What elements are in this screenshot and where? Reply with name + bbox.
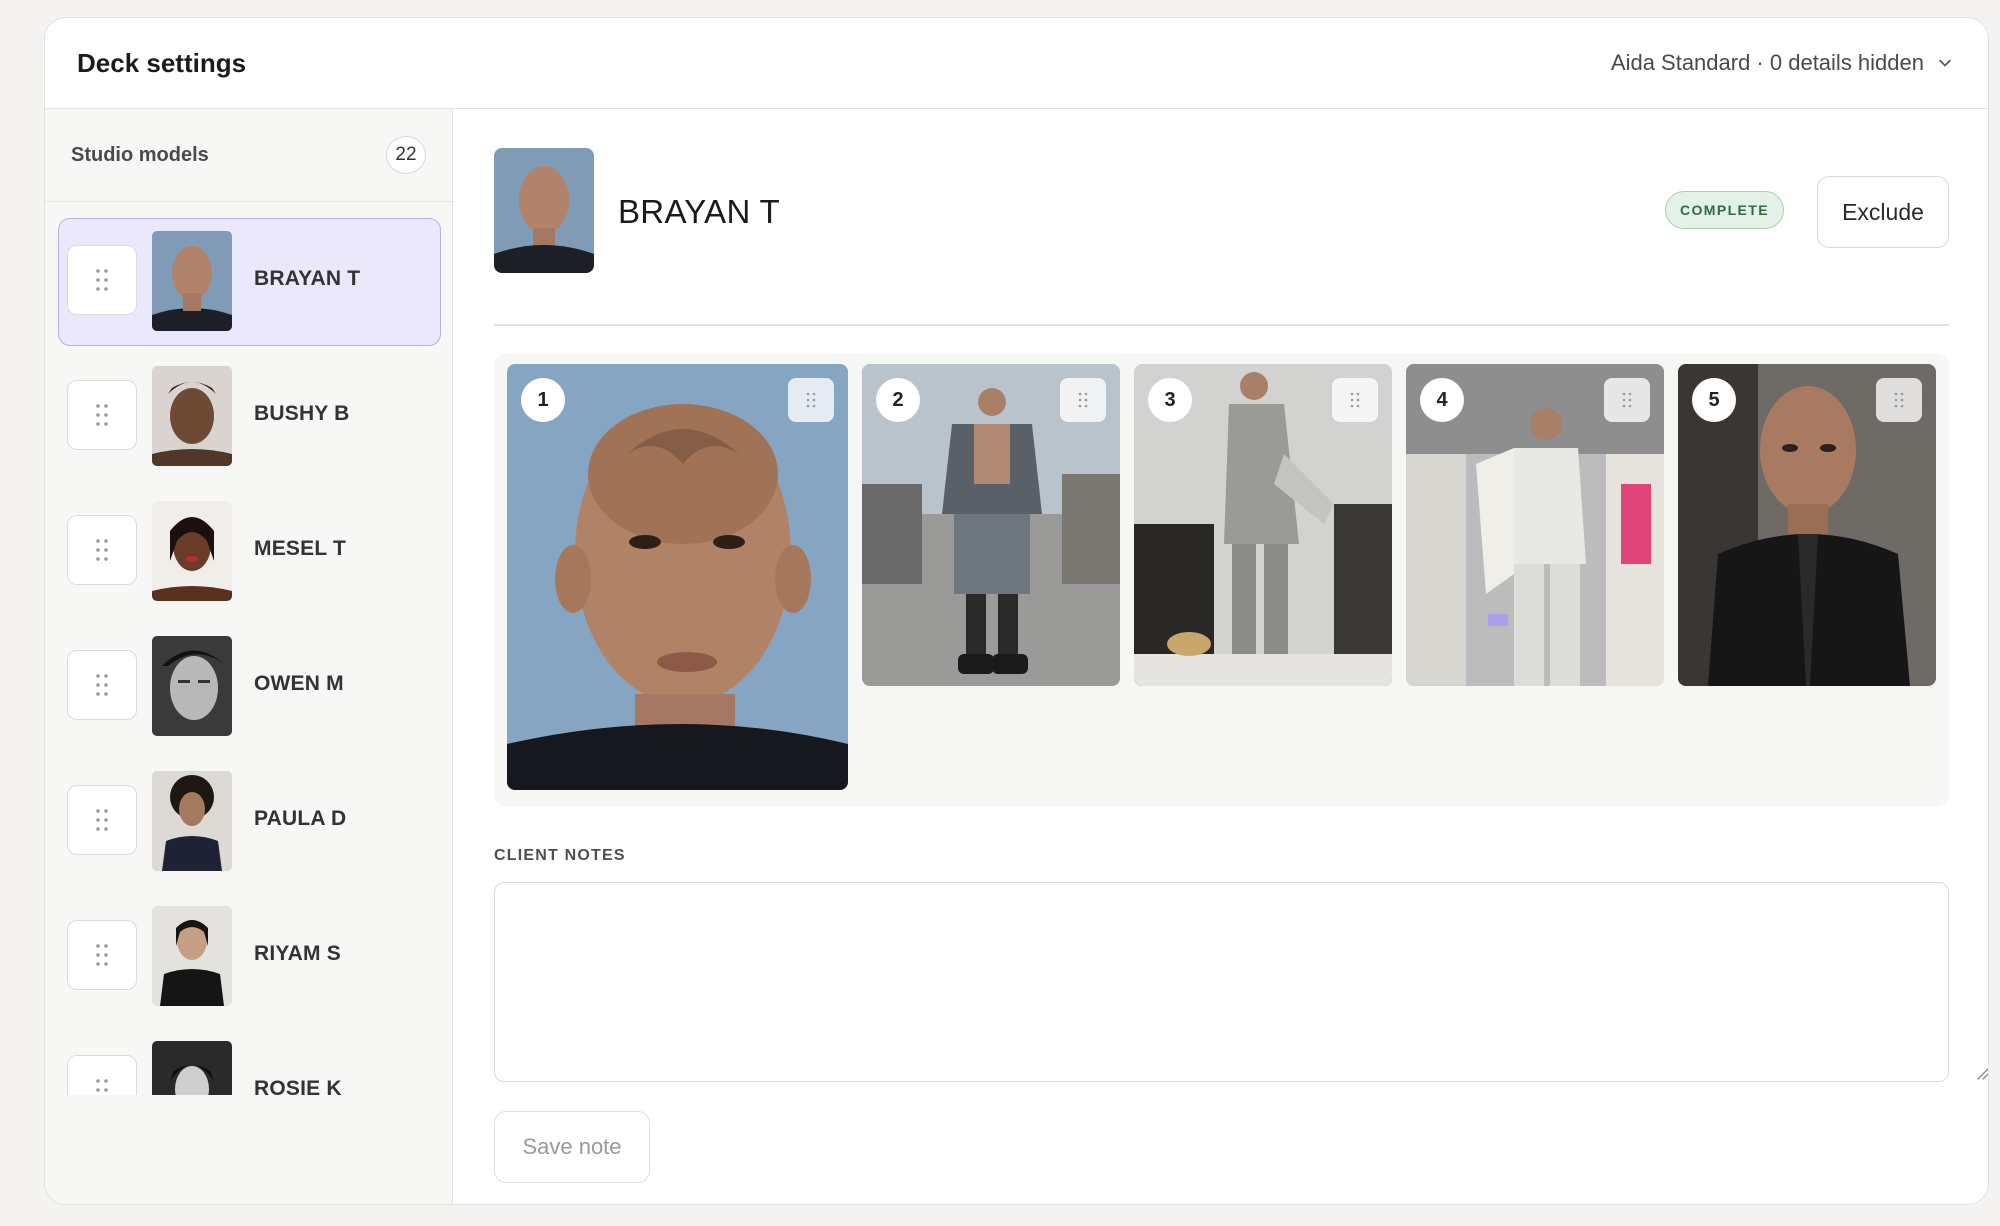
drag-handle[interactable] bbox=[67, 785, 137, 855]
top-bar: Deck settings Aida Standard · 0 details … bbox=[45, 18, 1988, 109]
photo-drag-handle[interactable] bbox=[1060, 378, 1106, 422]
status-badge: COMPLETE bbox=[1665, 191, 1784, 229]
gallery-photo[interactable]: 1 bbox=[507, 364, 848, 790]
preset-dropdown[interactable]: Aida Standard · 0 details hidden bbox=[1611, 50, 1952, 76]
drag-handle[interactable] bbox=[67, 1055, 137, 1095]
header-divider bbox=[494, 324, 1949, 326]
model-item-paula-d[interactable]: PAULA D bbox=[58, 758, 441, 886]
grip-dots-icon bbox=[96, 269, 108, 291]
photo-index: 3 bbox=[1148, 378, 1192, 422]
model-photo bbox=[152, 366, 232, 466]
profile-thumbnail bbox=[494, 148, 594, 273]
client-notes-label: CLIENT NOTES bbox=[494, 847, 626, 864]
sidebar-header: Studio models 22 bbox=[45, 109, 452, 202]
drag-handle[interactable] bbox=[67, 920, 137, 990]
model-photo bbox=[152, 231, 232, 331]
gallery-photo[interactable]: 4 bbox=[1406, 364, 1664, 686]
photo-drag-handle[interactable] bbox=[1876, 378, 1922, 422]
model-name: BUSHY B bbox=[254, 402, 350, 425]
photo-drag-handle[interactable] bbox=[1332, 378, 1378, 422]
model-thumbnail bbox=[152, 231, 232, 331]
model-thumbnail bbox=[152, 906, 232, 1006]
model-item-riyam-s[interactable]: RIYAM S bbox=[58, 893, 441, 1021]
model-name: ROSIE K bbox=[254, 1077, 342, 1095]
exclude-button[interactable]: Exclude bbox=[1817, 176, 1949, 248]
grip-dots-icon bbox=[1894, 392, 1904, 408]
model-photo bbox=[152, 906, 232, 1006]
model-name: OWEN M bbox=[254, 672, 344, 695]
model-thumbnail bbox=[152, 501, 232, 601]
drag-handle[interactable] bbox=[67, 515, 137, 585]
model-count-badge: 22 bbox=[386, 136, 426, 174]
model-item-mesel-t[interactable]: MESEL T bbox=[58, 488, 441, 616]
model-name: MESEL T bbox=[254, 537, 347, 560]
grip-dots-icon bbox=[96, 674, 108, 696]
model-sidebar: Studio models 22 BRAYAN T BUSHY B MESEL … bbox=[45, 109, 453, 1204]
gallery-photo[interactable]: 5 bbox=[1678, 364, 1936, 686]
grip-dots-icon bbox=[96, 944, 108, 966]
photo-gallery: 1 2 3 4 5 bbox=[494, 354, 1949, 806]
sidebar-title: Studio models bbox=[71, 143, 209, 166]
grip-dots-icon bbox=[96, 809, 108, 831]
grip-dots-icon bbox=[1350, 392, 1360, 408]
client-notes-input[interactable] bbox=[494, 882, 1949, 1082]
grip-dots-icon bbox=[806, 392, 816, 408]
model-item-owen-m[interactable]: OWEN M bbox=[58, 623, 441, 751]
model-name: RIYAM S bbox=[254, 942, 341, 965]
resize-grip-icon[interactable] bbox=[1975, 1066, 1989, 1080]
model-thumbnail bbox=[152, 771, 232, 871]
profile-photo bbox=[494, 148, 594, 273]
photo-image bbox=[507, 364, 848, 790]
save-note-button[interactable]: Save note bbox=[494, 1111, 650, 1183]
gallery-photo[interactable]: 3 bbox=[1134, 364, 1392, 686]
model-thumbnail bbox=[152, 366, 232, 466]
model-photo bbox=[152, 771, 232, 871]
selected-model-name: BRAYAN T bbox=[618, 193, 780, 230]
grip-dots-icon bbox=[1622, 392, 1632, 408]
grip-dots-icon bbox=[1078, 392, 1088, 408]
photo-index: 5 bbox=[1692, 378, 1736, 422]
photo-index: 1 bbox=[521, 378, 565, 422]
photo-index: 4 bbox=[1420, 378, 1464, 422]
page-title: Deck settings bbox=[77, 47, 247, 78]
model-photo bbox=[152, 501, 232, 601]
model-name: PAULA D bbox=[254, 807, 347, 830]
model-photo bbox=[152, 636, 232, 736]
model-photo bbox=[152, 1041, 232, 1095]
drag-handle[interactable] bbox=[67, 650, 137, 720]
photo-drag-handle[interactable] bbox=[1604, 378, 1650, 422]
model-thumbnail bbox=[152, 1041, 232, 1095]
model-item-rosie-k[interactable]: ROSIE K bbox=[58, 1028, 441, 1095]
model-detail-panel: BRAYAN T COMPLETE Exclude 1 2 3 4 5 CLIE… bbox=[453, 109, 1988, 1204]
gallery-photo[interactable]: 2 bbox=[862, 364, 1120, 686]
model-thumbnail bbox=[152, 636, 232, 736]
model-item-bushy-b[interactable]: BUSHY B bbox=[58, 353, 441, 481]
photo-drag-handle[interactable] bbox=[788, 378, 834, 422]
drag-handle[interactable] bbox=[67, 380, 137, 450]
chevron-down-icon bbox=[1939, 59, 1951, 67]
drag-handle[interactable] bbox=[67, 245, 137, 315]
photo-index: 2 bbox=[876, 378, 920, 422]
grip-dots-icon bbox=[96, 1079, 108, 1092]
deck-settings-window: Deck settings Aida Standard · 0 details … bbox=[44, 17, 1989, 1205]
model-list[interactable]: BRAYAN T BUSHY B MESEL T OWEN M PAULA D … bbox=[58, 218, 441, 1095]
preset-label: Aida Standard · 0 details hidden bbox=[1610, 50, 1924, 75]
model-name: BRAYAN T bbox=[254, 267, 361, 290]
model-item-brayan-t[interactable]: BRAYAN T bbox=[58, 218, 441, 346]
grip-dots-icon bbox=[96, 404, 108, 426]
grip-dots-icon bbox=[96, 539, 108, 561]
